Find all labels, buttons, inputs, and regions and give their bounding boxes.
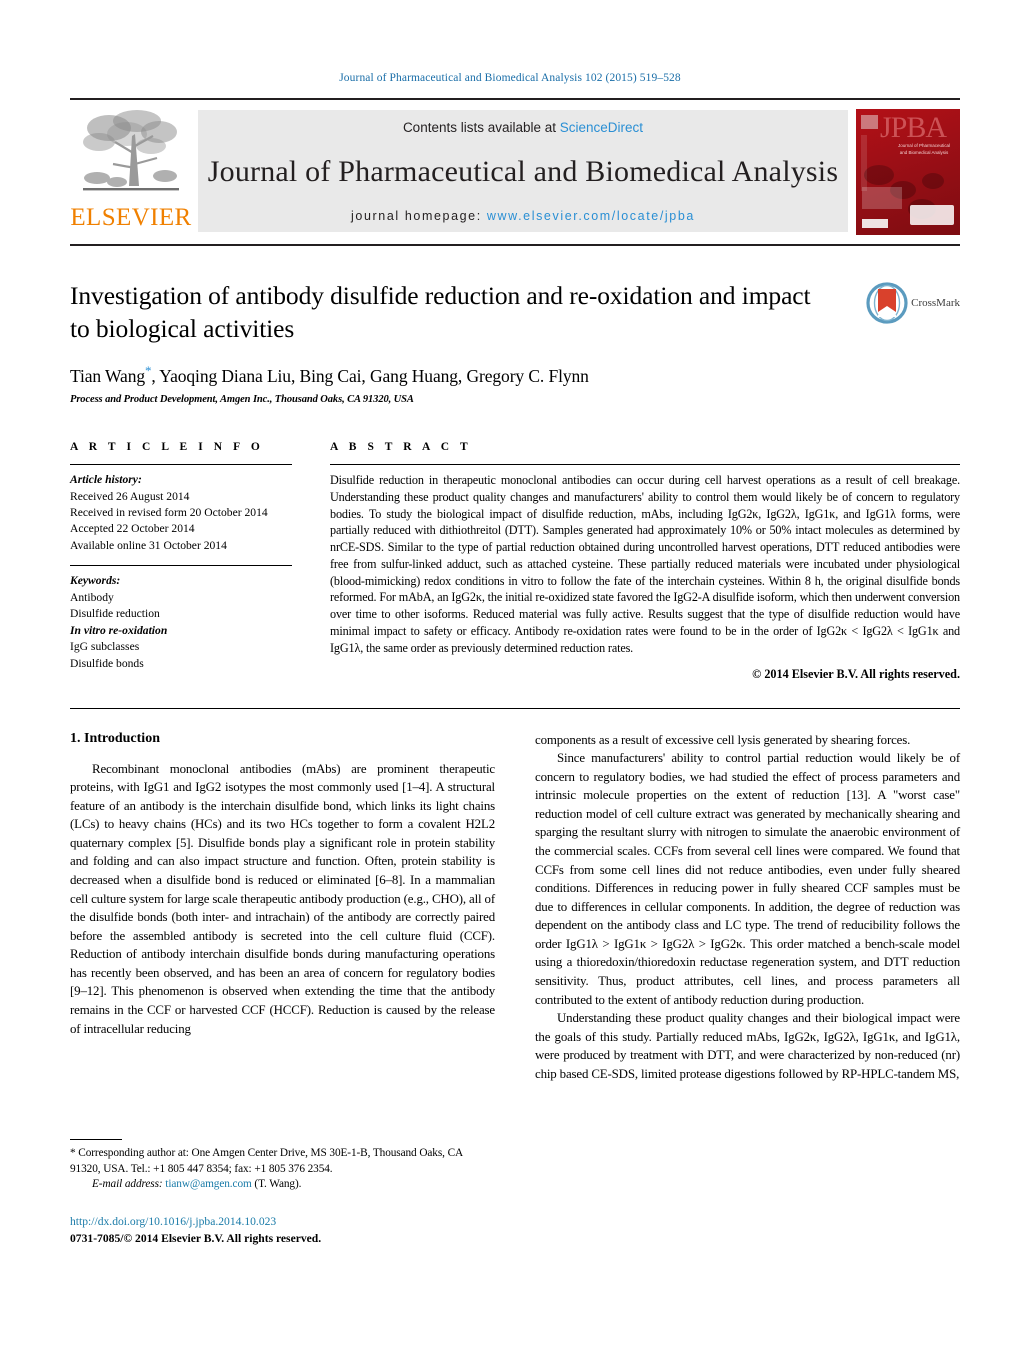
article-info-rule bbox=[70, 464, 292, 466]
paragraph: components as a result of excessive cell… bbox=[535, 732, 911, 747]
keywords-label: Keywords: bbox=[70, 574, 121, 588]
email-link[interactable]: tianw@amgen.com bbox=[165, 1178, 251, 1190]
history-item: Received in revised form 20 October 2014 bbox=[70, 505, 268, 519]
keyword-item: In vitro re-oxidation bbox=[70, 623, 168, 637]
journal-title: Journal of Pharmaceutical and Biomedical… bbox=[207, 155, 839, 189]
cover-decoration-1 bbox=[864, 165, 894, 185]
cover-publisher-mark bbox=[861, 115, 878, 129]
running-head: Journal of Pharmaceutical and Biomedical… bbox=[339, 72, 681, 84]
abstract-column: A B S T R A C T Disulfide reduction in t… bbox=[330, 441, 960, 681]
issn-copyright: 0731-7085/© 2014 Elsevier B.V. All right… bbox=[70, 1231, 322, 1245]
contents-prefix: Contents lists available at bbox=[402, 120, 560, 135]
footnote-block: * Corresponding author at: One Amgen Cen… bbox=[70, 1139, 470, 1247]
abstract-rule bbox=[330, 464, 960, 466]
cover-subtitle: Journal of Pharmaceutical and Biomedical… bbox=[897, 143, 951, 155]
elsevier-wordmark: ELSEVIER bbox=[70, 204, 192, 231]
email-label: E-mail address: bbox=[92, 1178, 163, 1191]
doi-block: http://dx.doi.org/10.1016/j.jpba.2014.10… bbox=[70, 1214, 470, 1248]
cover-acronym: JPBA bbox=[880, 111, 947, 144]
article-info-heading: A R T I C L E I N F O bbox=[70, 441, 264, 454]
body-separator-rule bbox=[70, 707, 960, 709]
body-columns: 1. Introduction Recombinant monoclonal a… bbox=[70, 731, 960, 1084]
elsevier-logo: ELSEVIER bbox=[70, 100, 192, 244]
homepage-url-link[interactable]: www.elsevier.com/locate/jpba bbox=[487, 209, 695, 223]
keyword-item: Antibody bbox=[70, 590, 114, 604]
article-history: Article history: Received 26 August 2014… bbox=[70, 472, 292, 554]
journal-masthead: ELSEVIER Contents lists available at Sci… bbox=[70, 98, 960, 246]
keywords-rule bbox=[70, 565, 292, 567]
cover-badge bbox=[910, 205, 954, 225]
history-item: Accepted 22 October 2014 bbox=[70, 522, 195, 536]
doi-link[interactable]: http://dx.doi.org/10.1016/j.jpba.2014.10… bbox=[70, 1214, 470, 1231]
cover-bottom-bar bbox=[862, 219, 888, 228]
body-right-column: components as a result of excessive cell… bbox=[535, 731, 960, 1084]
journal-cover-thumbnail: JPBA Journal of Pharmaceutical and Biome… bbox=[856, 109, 960, 235]
journal-banner: Contents lists available at ScienceDirec… bbox=[198, 110, 848, 232]
cover-image: JPBA Journal of Pharmaceutical and Biome… bbox=[856, 109, 960, 235]
page-title: Investigation of antibody disulfide redu… bbox=[70, 281, 811, 343]
crossmark-badge[interactable]: CrossMark bbox=[866, 282, 960, 324]
paragraph: Recombinant monoclonal antibodies (mAbs)… bbox=[70, 761, 495, 1036]
body-left-column: 1. Introduction Recombinant monoclonal a… bbox=[70, 731, 495, 1084]
cover-spine-strip bbox=[861, 135, 867, 191]
email-suffix: (T. Wang). bbox=[251, 1178, 302, 1191]
paragraph: Understanding these product quality chan… bbox=[535, 1011, 960, 1081]
corresponding-author-note: * Corresponding author at: One Amgen Cen… bbox=[70, 1146, 470, 1193]
keywords-list: Keywords: Antibody Disulfide reduction I… bbox=[70, 573, 292, 672]
keyword-item: Disulfide bonds bbox=[70, 656, 144, 670]
abstract-heading: A B S T R A C T bbox=[330, 441, 472, 454]
author-rest: , Yaoqing Diana Liu, Bing Cai, Gang Huan… bbox=[151, 366, 589, 387]
history-item: Available online 31 October 2014 bbox=[70, 538, 227, 552]
article-info-column: A R T I C L E I N F O Article history: R… bbox=[70, 441, 292, 681]
affiliation: Process and Product Development, Amgen I… bbox=[70, 394, 414, 406]
cover-issue-text bbox=[862, 187, 902, 209]
author-list: Tian Wang*, Yaoqing Diana Liu, Bing Cai,… bbox=[70, 363, 960, 387]
sciencedirect-link[interactable]: ScienceDirect bbox=[560, 120, 643, 135]
contents-available-line: Contents lists available at ScienceDirec… bbox=[403, 120, 643, 135]
email-line: E-mail address: tianw@amgen.com (T. Wang… bbox=[70, 1177, 470, 1193]
info-abstract-section: A R T I C L E I N F O Article history: R… bbox=[70, 441, 960, 681]
keyword-item: IgG subclasses bbox=[70, 640, 140, 654]
corresponding-line-1: * Corresponding author at: One Amgen Cen… bbox=[70, 1147, 445, 1159]
author-first: Tian Wang bbox=[70, 366, 145, 387]
paragraph: Since manufacturers' ability to control … bbox=[535, 751, 960, 1007]
section-heading-introduction: 1. Introduction bbox=[70, 730, 160, 746]
keyword-item: Disulfide reduction bbox=[70, 607, 160, 621]
title-block: Investigation of antibody disulfide redu… bbox=[70, 280, 960, 405]
journal-homepage-line: journal homepage: www.elsevier.com/locat… bbox=[351, 209, 695, 223]
paper-page: Journal of Pharmaceutical and Biomedical… bbox=[0, 0, 1020, 1351]
abstract-copyright: © 2014 Elsevier B.V. All rights reserved… bbox=[752, 666, 960, 681]
crossmark-label: CrossMark bbox=[911, 297, 960, 309]
elsevier-tree-icon bbox=[83, 110, 179, 191]
footnote-rule bbox=[70, 1139, 122, 1140]
cover-decoration-3 bbox=[922, 173, 944, 189]
homepage-prefix: journal homepage: bbox=[351, 209, 487, 223]
abstract-text: Disulfide reduction in therapeutic monoc… bbox=[330, 473, 960, 655]
history-item: Received 26 August 2014 bbox=[70, 489, 190, 503]
article-history-label: Article history: bbox=[70, 473, 142, 487]
crossmark-icon bbox=[866, 282, 908, 324]
